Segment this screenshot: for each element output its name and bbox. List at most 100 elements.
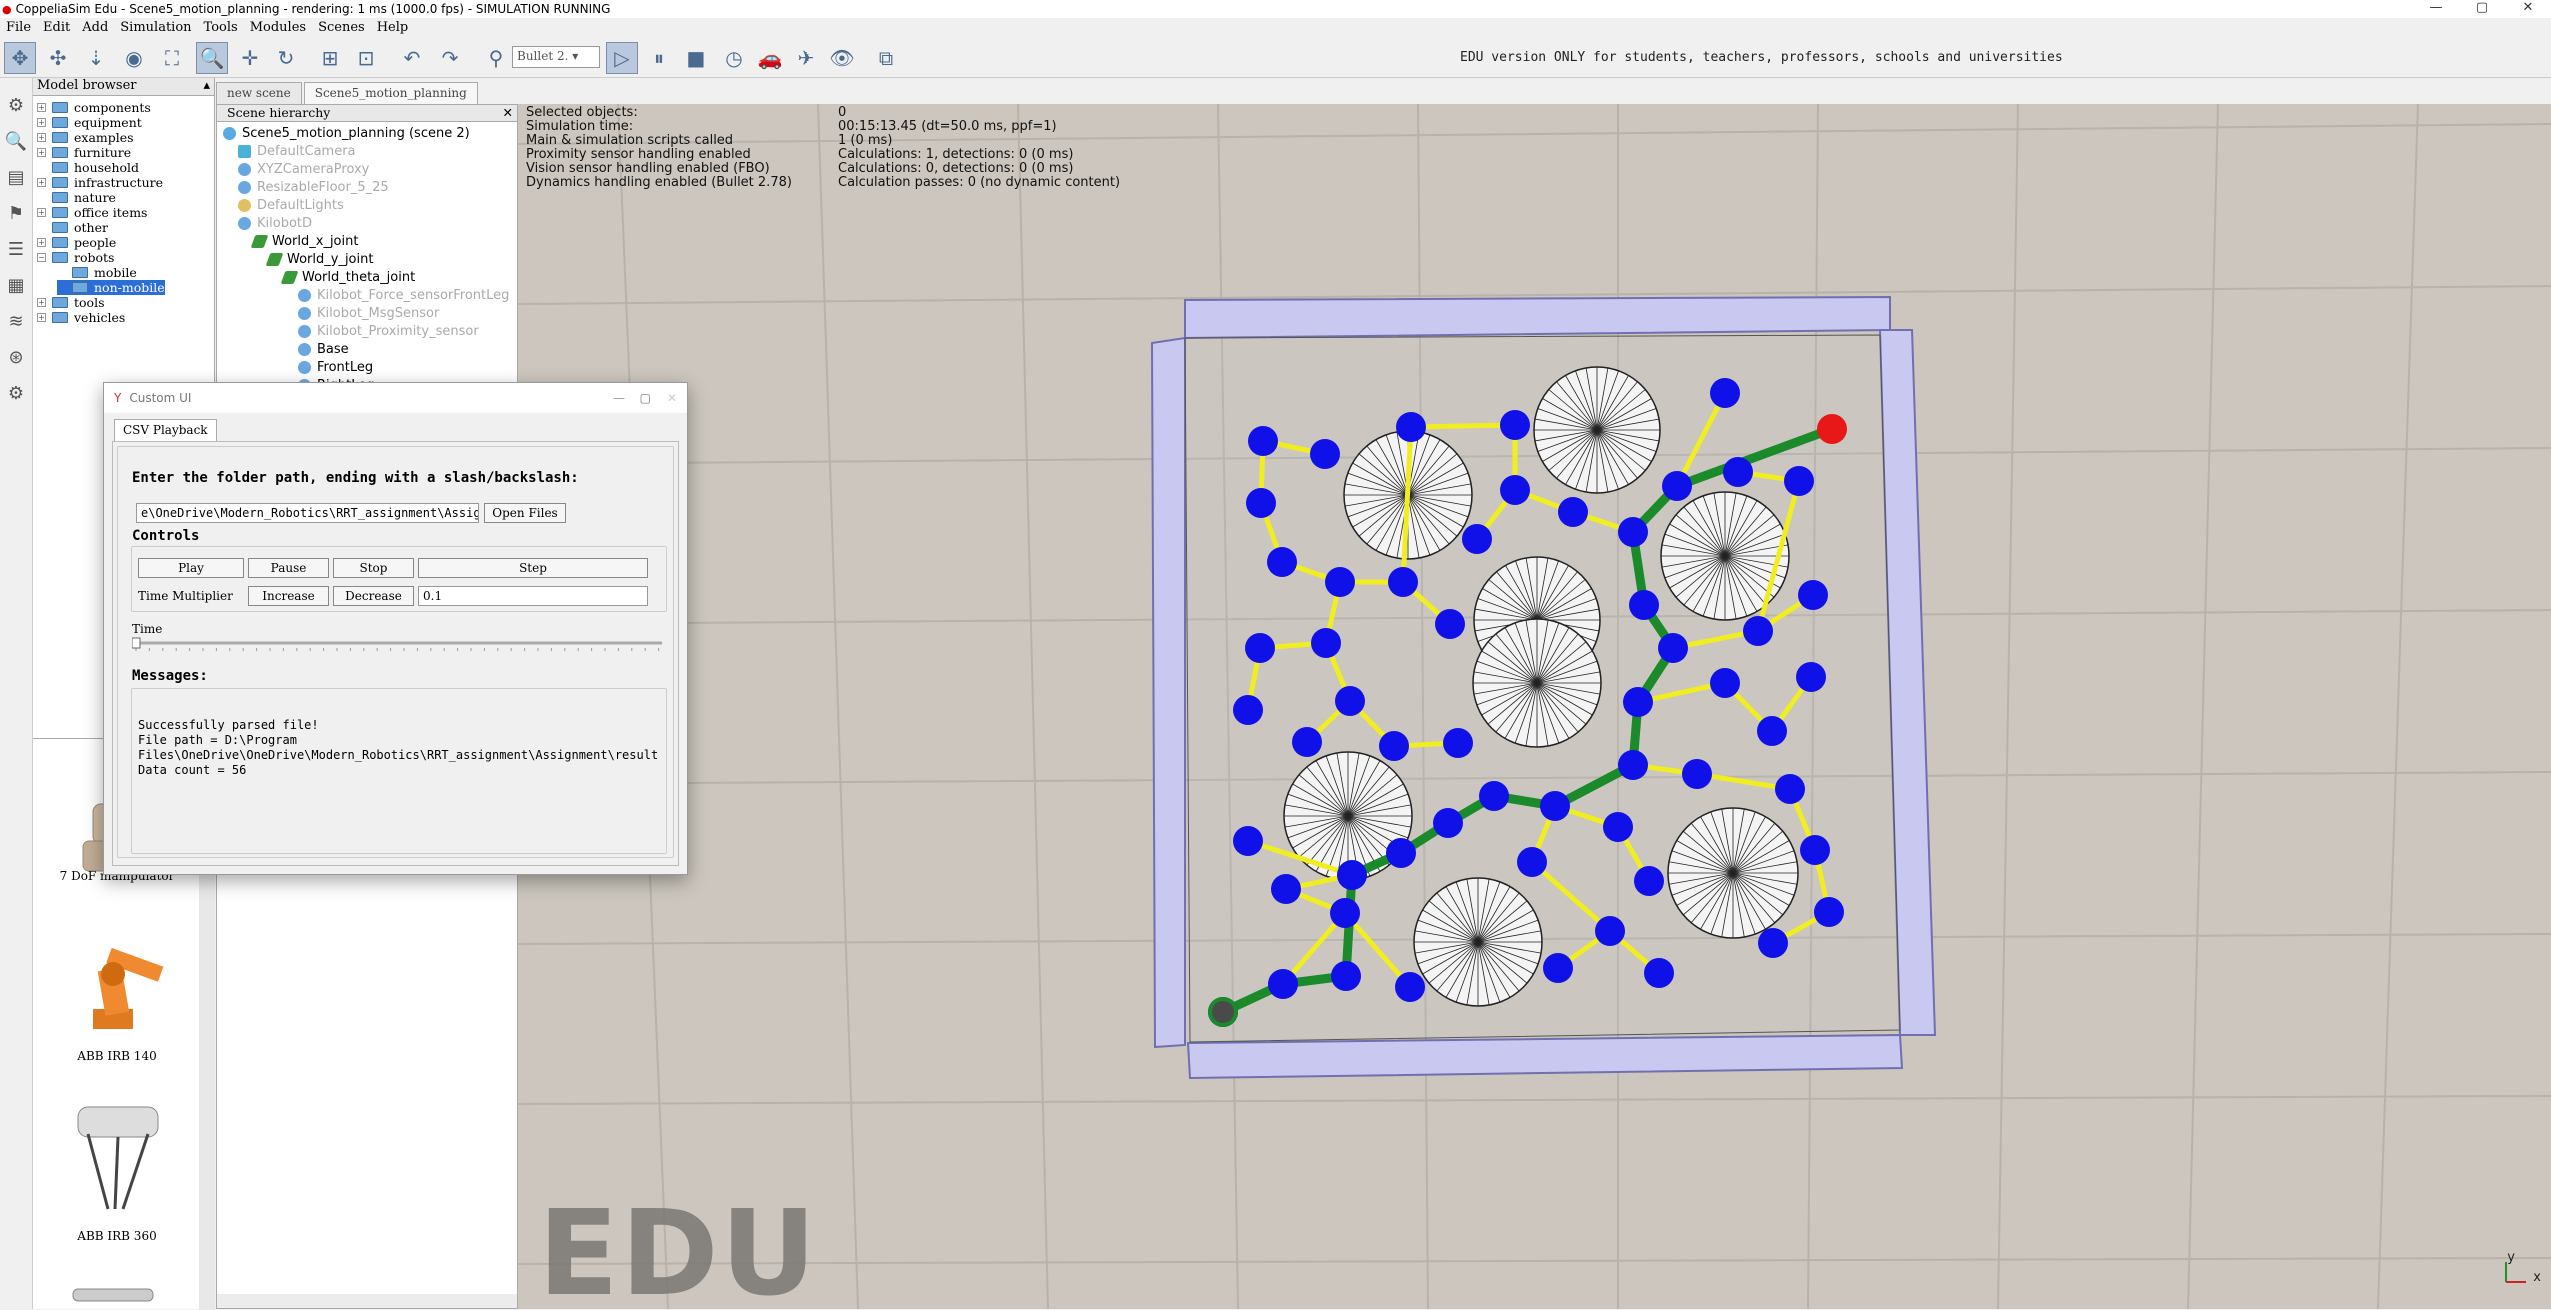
expand-icon[interactable] [37,193,46,202]
scene-viewport[interactable]: Selected objects: Simulation time: Main & … [518,104,2551,1309]
expand-icon[interactable]: + [37,298,46,307]
gripper-thumbnail[interactable] [63,1279,173,1309]
scripts-icon[interactable]: ☰ [2,236,30,264]
undo-icon[interactable]: ↶ [396,42,428,74]
camera-rotate-icon[interactable]: ✣ [42,42,74,74]
hierarchy-item[interactable]: DefaultCamera [238,143,356,159]
model-folder-infrastructure[interactable]: + infrastructure [37,175,163,190]
hierarchy-item[interactable]: Scene5_motion_planning (scene 2) [223,125,470,141]
hierarchy-item[interactable]: Base [298,341,349,357]
play-button[interactable]: Play [138,558,244,578]
dialog-maximize-icon[interactable]: ▢ [640,391,651,405]
expand-icon[interactable]: + [37,178,46,187]
expand-icon[interactable] [57,268,66,277]
expand-icon[interactable]: + [37,208,46,217]
object-rotate-icon[interactable]: ↻ [270,42,302,74]
model-folder-nature[interactable]: nature [37,190,116,205]
hierarchy-item[interactable]: XYZCameraProxy [238,161,369,177]
collections-icon[interactable]: ⚑ [2,200,30,228]
abb-irb360-thumbnail[interactable] [53,1099,183,1219]
model-folder-furniture[interactable]: + furniture [37,145,131,160]
close-button[interactable]: ✕ [2505,0,2551,18]
menu-help[interactable]: Help [371,18,415,38]
model-folder-office-items[interactable]: + office items [37,205,147,220]
hierarchy-item[interactable]: Kilobot_MsgSensor [298,305,439,321]
time-slider-thumb[interactable] [132,637,141,649]
folder-path-input[interactable]: e\OneDrive\Modern_Robotics\RRT_assignmen… [136,503,479,523]
model-folder-robots[interactable]: − robots [37,250,114,265]
thread-rendering-icon[interactable]: 👁 [826,42,858,74]
pause-simulation-icon[interactable]: ⏸ [643,42,675,74]
stop-button[interactable]: Stop [333,558,414,578]
close-hierarchy-icon[interactable]: ✕ [503,105,513,120]
dialog-close-icon[interactable]: ✕ [667,391,677,405]
expand-icon[interactable]: + [37,118,46,127]
hierarchy-item[interactable]: DefaultLights [238,197,344,213]
object-shift-icon[interactable]: ✛ [234,42,266,74]
realtime-icon[interactable]: ◷ [718,42,750,74]
hierarchy-item[interactable]: World_y_joint [265,251,373,267]
hierarchy-item[interactable]: Kilobot_Force_sensorFrontLeg [298,287,509,303]
hierarchy-item[interactable]: ResizableFloor_5_25 [238,179,389,195]
speed-up-icon[interactable]: ✈ [790,42,822,74]
model-folder-non-mobile[interactable]: non-mobile [57,280,165,295]
simulation-settings-icon[interactable]: ⚙ [2,92,30,120]
model-folder-household[interactable]: household [37,160,139,175]
tab-csv-playback[interactable]: CSV Playback [114,419,217,441]
model-folder-examples[interactable]: + examples [37,130,134,145]
expand-icon[interactable] [37,223,46,232]
open-files-button[interactable]: Open Files [484,503,566,523]
transfer-dna-icon[interactable]: ⊡ [350,42,382,74]
hierarchy-scrollbar[interactable] [217,1294,517,1308]
redo-icon[interactable]: ↷ [434,42,466,74]
camera-angle-icon[interactable]: ◉ [118,42,150,74]
tab-new-scene[interactable]: new scene [216,82,302,104]
menu-file[interactable]: File [0,18,37,38]
fit-to-view-icon[interactable]: ⛶ [156,42,188,74]
model-folder-mobile[interactable]: mobile [57,265,137,280]
model-folder-tools[interactable]: + tools [37,295,105,310]
model-folder-vehicles[interactable]: + vehicles [37,310,125,325]
menu-scenes[interactable]: Scenes [312,18,371,38]
abb-irb140-thumbnail[interactable] [53,919,183,1039]
hierarchy-item[interactable]: Kilobot_Proximity_sensor [298,323,479,339]
shapes-edit-icon[interactable]: ▦ [2,272,30,300]
expand-icon[interactable]: + [37,313,46,322]
hierarchy-item[interactable]: World_x_joint [250,233,358,249]
click-select-icon[interactable]: 🔍 [196,42,228,74]
menu-simulation[interactable]: Simulation [114,18,197,38]
maximize-button[interactable]: ▢ [2459,0,2505,18]
expand-icon[interactable]: + [37,238,46,247]
tab-scene5-motion-planning[interactable]: Scene5_motion_planning [303,82,478,104]
model-folder-equipment[interactable]: + equipment [37,115,142,130]
dynamics-engine-icon[interactable]: ⚲ [480,42,512,74]
hierarchy-item[interactable]: World_theta_joint [280,269,415,285]
camera-shift-icon[interactable]: ⇣ [80,42,112,74]
time-multiplier-input[interactable]: 0.1 [418,586,648,606]
decrease-button[interactable]: Decrease [333,586,414,606]
collapse-icon[interactable]: − [37,253,46,262]
dialog-minimize-icon[interactable]: — [613,391,625,405]
zoom-icon[interactable]: 🔍 [2,128,30,156]
expand-icon[interactable] [57,283,66,292]
assemble-icon[interactable]: ⊞ [314,42,346,74]
step-button[interactable]: Step [418,558,648,578]
menu-add[interactable]: Add [76,18,114,38]
pause-button[interactable]: Pause [248,558,329,578]
stop-simulation-icon[interactable]: ■ [680,42,712,74]
expand-icon[interactable]: + [37,133,46,142]
hierarchy-item[interactable]: KilobotD [238,215,312,231]
engine-select[interactable]: Bullet 2. ▾ [512,46,600,68]
minimize-button[interactable]: — [2413,0,2459,18]
time-slider[interactable] [132,637,666,653]
menu-modules[interactable]: Modules [244,18,312,38]
expand-icon[interactable] [37,163,46,172]
calculation-modules-icon[interactable]: ▤ [2,164,30,192]
hierarchy-item[interactable]: FrontLeg [298,359,373,375]
expand-icon[interactable]: + [37,103,46,112]
menu-edit[interactable]: Edit [37,18,76,38]
model-folder-other[interactable]: other [37,220,108,235]
layers-icon[interactable]: ≋ [2,308,30,336]
expand-icon[interactable]: + [37,148,46,157]
menu-tools[interactable]: Tools [198,18,244,38]
